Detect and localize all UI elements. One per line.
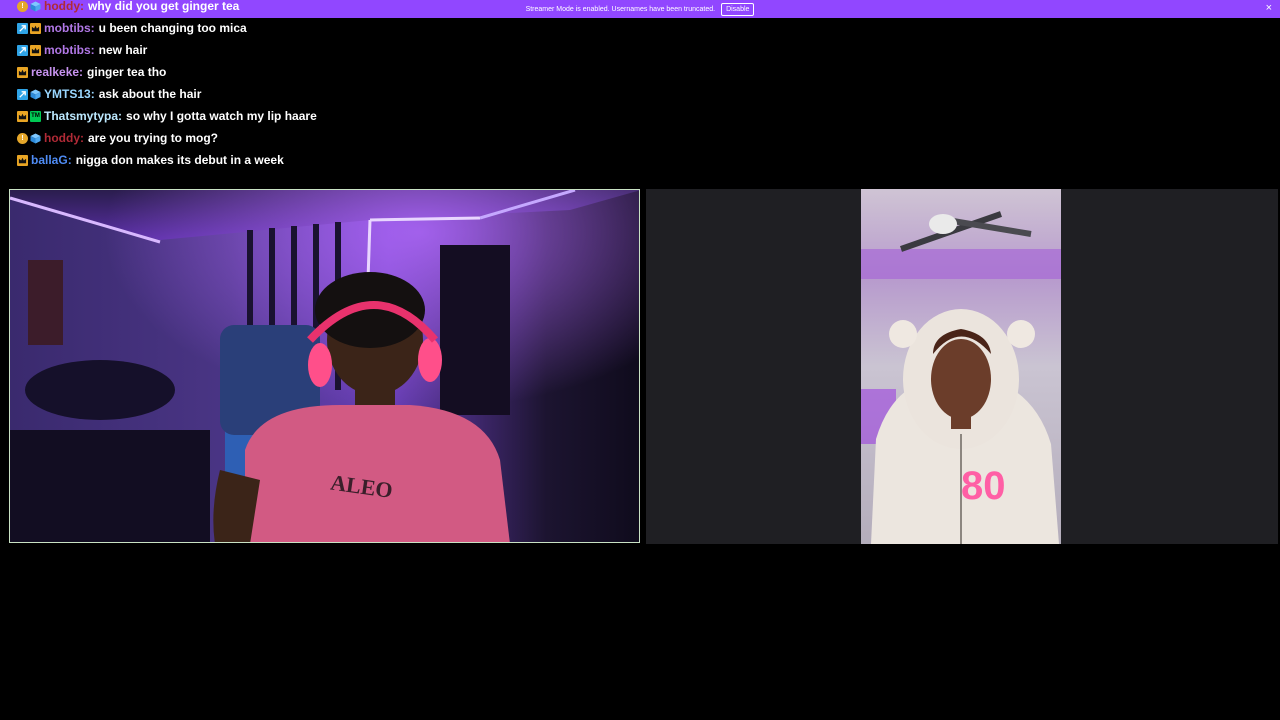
chat-message: ! hoddy: are you trying to mog? xyxy=(17,129,218,147)
crown-icon[interactable] xyxy=(17,110,28,122)
chat-message-text: new hair xyxy=(98,43,148,57)
guest-camera-feed: 80 xyxy=(861,189,1061,544)
chat-message: ! hoddy: why did you get ginger tea xyxy=(17,0,239,15)
chat-separator: : xyxy=(80,131,84,145)
vip-icon[interactable] xyxy=(17,44,28,56)
crown-icon[interactable] xyxy=(30,44,41,56)
chat-username[interactable]: ballaG xyxy=(31,153,68,167)
chat-message-text: nigga don makes its debut in a week xyxy=(75,153,284,167)
chat-username[interactable]: hoddy xyxy=(44,131,80,145)
chat-message: TM Thatsmytypa: so why I gotta watch my li… xyxy=(17,107,317,125)
coin-icon[interactable]: ! xyxy=(17,132,28,144)
chat-message: realkeke: ginger tea tho xyxy=(17,63,166,81)
svg-text:80: 80 xyxy=(961,464,1006,508)
streamer-mode-message: Streamer Mode is enabled. Usernames have… xyxy=(525,5,716,13)
chat-message-text: are you trying to mog? xyxy=(88,131,219,145)
chat-separator: : xyxy=(79,65,84,79)
crown-icon[interactable] xyxy=(17,154,28,166)
chat-message: ballaG: nigga don makes its debut in a we… xyxy=(17,151,284,169)
close-icon[interactable]: × xyxy=(1266,3,1272,14)
disable-streamer-mode-button[interactable]: Disable xyxy=(721,2,755,16)
chat-message-text: ginger tea tho xyxy=(87,65,167,79)
chat-message-text: ask about the hair xyxy=(98,87,202,101)
chat-message-text: u been changing too mica xyxy=(98,21,247,35)
glitch-icon[interactable]: TM xyxy=(30,110,41,122)
video-tile-guest[interactable]: 80 xyxy=(646,189,1278,544)
chat-username[interactable]: realkeke xyxy=(31,65,79,79)
chat-separator: : xyxy=(90,43,95,57)
chat-username[interactable]: mobtibs xyxy=(44,43,91,57)
crown-icon[interactable] xyxy=(17,66,28,78)
vip-icon[interactable] xyxy=(17,22,28,34)
chat-separator: : xyxy=(90,87,95,101)
chat-message: mobtibs: new hair xyxy=(17,41,147,59)
chat-username[interactable]: YMTS13 xyxy=(44,87,91,101)
cube-icon[interactable] xyxy=(30,89,41,100)
chat-message-text: why did you get ginger tea xyxy=(88,0,240,13)
chat-separator: : xyxy=(90,21,95,35)
chat-separator: : xyxy=(118,109,123,123)
chat-username[interactable]: mobtibs xyxy=(44,21,91,35)
chat-separator: : xyxy=(80,0,84,13)
cube-icon[interactable] xyxy=(30,1,41,12)
chat-username[interactable]: hoddy xyxy=(44,0,80,13)
chat-message-text: so why I gotta watch my lip haare xyxy=(126,109,317,123)
cube-icon[interactable] xyxy=(30,133,41,144)
streamer-camera-feed: ALEO xyxy=(10,190,639,542)
chat-username[interactable]: Thatsmytypa xyxy=(44,109,118,123)
chat-message: mobtibs: u been changing too mica xyxy=(17,19,247,37)
crown-icon[interactable] xyxy=(30,22,41,34)
coin-icon[interactable]: ! xyxy=(17,0,28,12)
chat-separator: : xyxy=(67,153,72,167)
chat-message: YMTS13: ask about the hair xyxy=(17,85,201,103)
vip-icon[interactable] xyxy=(17,88,28,100)
video-tile-streamer[interactable]: ALEO xyxy=(9,189,640,543)
